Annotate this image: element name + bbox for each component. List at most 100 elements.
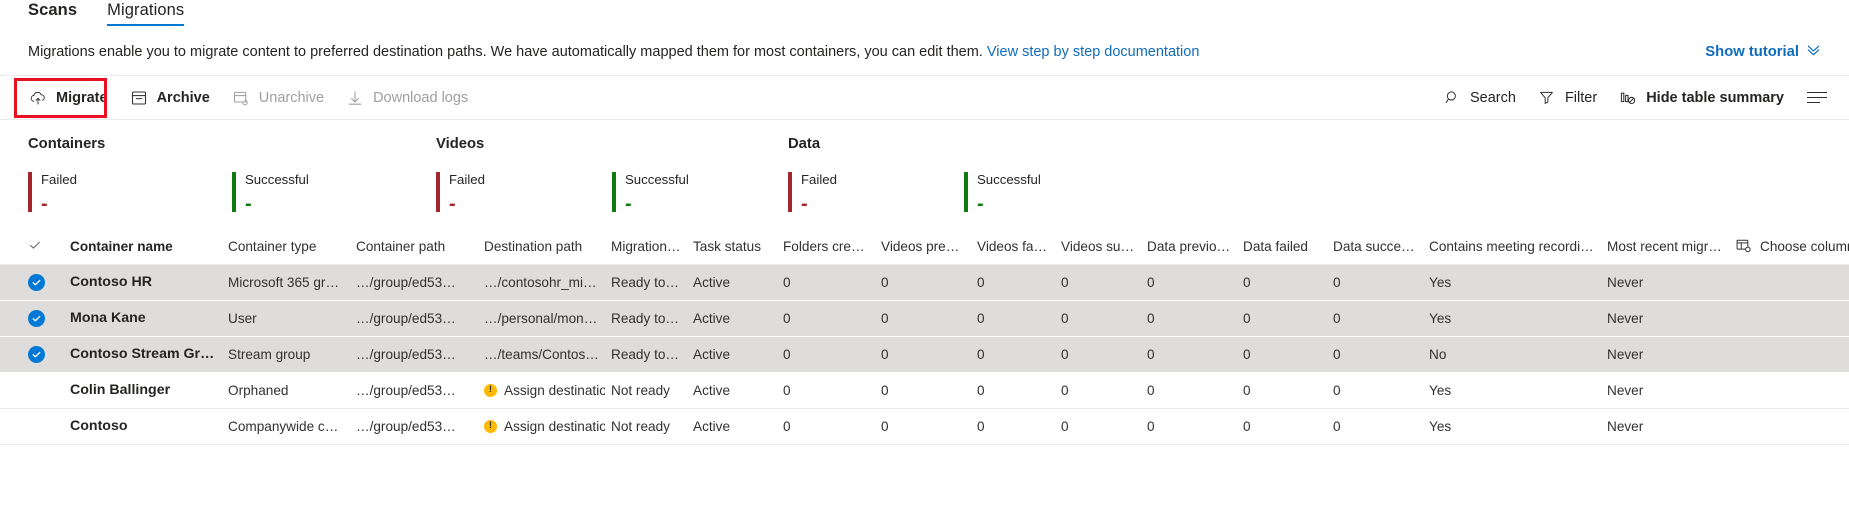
cell-folders-created: 0 [777,372,875,408]
summary-tile-value: - [625,190,689,218]
table-row[interactable]: Contoso HRMicrosoft 365 group…/group/ed5… [0,264,1849,300]
cell-data-successful: 0 [1327,264,1423,300]
column-header-folders-created[interactable]: Folders created [777,230,875,264]
summary-tile-label: Failed [41,172,77,188]
show-tutorial-button[interactable]: Show tutorial [1705,42,1821,61]
row-checkbox[interactable] [0,408,64,444]
cell-destination-path[interactable]: ! Assign destination [478,372,605,408]
warning-icon: ! [484,384,497,397]
search-button[interactable]: Search [1432,81,1527,115]
cell-task-status: Active [687,264,777,300]
cell-spacer [1729,408,1849,444]
column-header-data-failed[interactable]: Data failed [1237,230,1327,264]
archive-button[interactable]: Archive [119,81,221,115]
cell-videos-failed: 0 [971,336,1055,372]
checkbox-checked-icon[interactable] [28,274,45,291]
summary-tile-data-failed: Failed - [788,172,964,218]
migrate-button[interactable]: Migrate [18,81,119,115]
cell-migration-status: Ready to migrate [605,264,687,300]
table-row[interactable]: Colin BallingerOrphaned…/group/ed53…!Ass… [0,372,1849,408]
hamburger-menu-icon[interactable] [1807,89,1827,107]
column-header-videos-previous[interactable]: Videos prev… [875,230,971,264]
column-header-container-path[interactable]: Container path [350,230,478,264]
cell-most-recent-migration: Never [1601,264,1729,300]
column-header-videos-successful[interactable]: Videos succ… [1055,230,1141,264]
archive-button-label: Archive [157,90,210,106]
description-row: Migrations enable you to migrate content… [0,28,1849,76]
cell-videos-successful: 0 [1055,408,1141,444]
hide-table-summary-button[interactable]: Hide table summary [1608,81,1795,115]
documentation-link[interactable]: View step by step documentation [987,44,1200,60]
row-checkbox[interactable] [0,336,64,372]
filter-button-label: Filter [1565,90,1597,106]
search-icon [1443,89,1461,107]
cell-task-status: Active [687,300,777,336]
status-bar-failed [788,172,792,212]
summary-tile-label: Failed [801,172,837,188]
checkbox-checked-icon[interactable] [28,346,45,363]
row-checkbox[interactable] [0,300,64,336]
column-header-data-successful[interactable]: Data successful [1327,230,1423,264]
summary-groups: Containers Failed - Successful - [28,136,1821,218]
column-header-container-name[interactable]: Container name [64,230,222,264]
download-arrow-icon [346,89,364,107]
filter-button[interactable]: Filter [1527,81,1608,115]
column-header-task-status[interactable]: Task status [687,230,777,264]
summary-tile-label: Successful [245,172,309,188]
checkbox-checked-icon[interactable] [28,310,45,327]
table-row[interactable]: Contoso Stream GroupStream group…/group/… [0,336,1849,372]
unarchive-box-icon [232,89,250,107]
hamburger-line [1807,102,1820,104]
cell-videos-failed: 0 [971,300,1055,336]
column-header-data-previous[interactable]: Data previo… [1141,230,1237,264]
status-bar-successful [612,172,616,212]
column-header-videos-failed[interactable]: Videos failed [971,230,1055,264]
column-header-destination-path[interactable]: Destination path [478,230,605,264]
column-header-contains-meeting-recording[interactable]: Contains meeting recording [1423,230,1601,264]
cell-destination-path: …/contosohr_micr… [478,264,605,300]
cell-destination-path: …/personal/monak… [478,300,605,336]
search-button-label: Search [1470,90,1516,106]
tab-scans[interactable]: Scans [28,0,77,26]
cell-data-previous: 0 [1141,264,1237,300]
warning-icon: ! [484,420,497,433]
choose-columns-button[interactable]: Choose columns [1729,230,1849,264]
cell-container-path: …/group/ed53… [350,408,478,444]
column-header-most-recent-migration[interactable]: Most recent migration↓ [1601,230,1729,264]
table-summary: Containers Failed - Successful - [0,120,1849,230]
cell-folders-created: 0 [777,264,875,300]
cell-videos-successful: 0 [1055,300,1141,336]
checkmark-icon [28,240,42,255]
assign-destination-link[interactable]: Assign destination [504,419,605,434]
cell-videos-failed: 0 [971,372,1055,408]
select-all-checkbox[interactable] [0,230,64,264]
cell-container-type: Microsoft 365 group [222,264,350,300]
summary-group-title: Containers [28,136,436,152]
table-row[interactable]: Mona KaneUser…/group/ed53……/personal/mon… [0,300,1849,336]
chevron-double-down-icon [1806,42,1821,61]
hamburger-line [1807,92,1827,94]
assign-destination-link[interactable]: Assign destination [504,383,605,398]
cell-data-failed: 0 [1237,408,1327,444]
table-row[interactable]: ContosoCompanywide channel…/group/ed53…!… [0,408,1849,444]
table-summary-icon [1619,89,1637,107]
cell-container-path: …/group/ed53… [350,336,478,372]
cell-destination-path[interactable]: ! Assign destination [478,408,605,444]
cell-container-type: Stream group [222,336,350,372]
cell-videos-previous: 0 [875,264,971,300]
row-checkbox[interactable] [0,264,64,300]
cell-contains-meeting-recording: Yes [1423,408,1601,444]
column-header-container-type[interactable]: Container type [222,230,350,264]
cell-data-failed: 0 [1237,300,1327,336]
cell-spacer [1729,372,1849,408]
summary-tile-videos-successful: Successful - [612,172,788,218]
row-checkbox[interactable] [0,372,64,408]
summary-group-videos: Videos Failed - Successful - [436,136,788,218]
tab-migrations[interactable]: Migrations [107,0,184,26]
cell-container-path: …/group/ed53… [350,264,478,300]
cell-spacer [1729,300,1849,336]
command-bar-left-group: Migrate Archive Unarchive [18,81,479,115]
column-header-migration-status[interactable]: Migration status [605,230,687,264]
cell-most-recent-migration: Never [1601,372,1729,408]
unarchive-button-label: Unarchive [259,90,324,106]
